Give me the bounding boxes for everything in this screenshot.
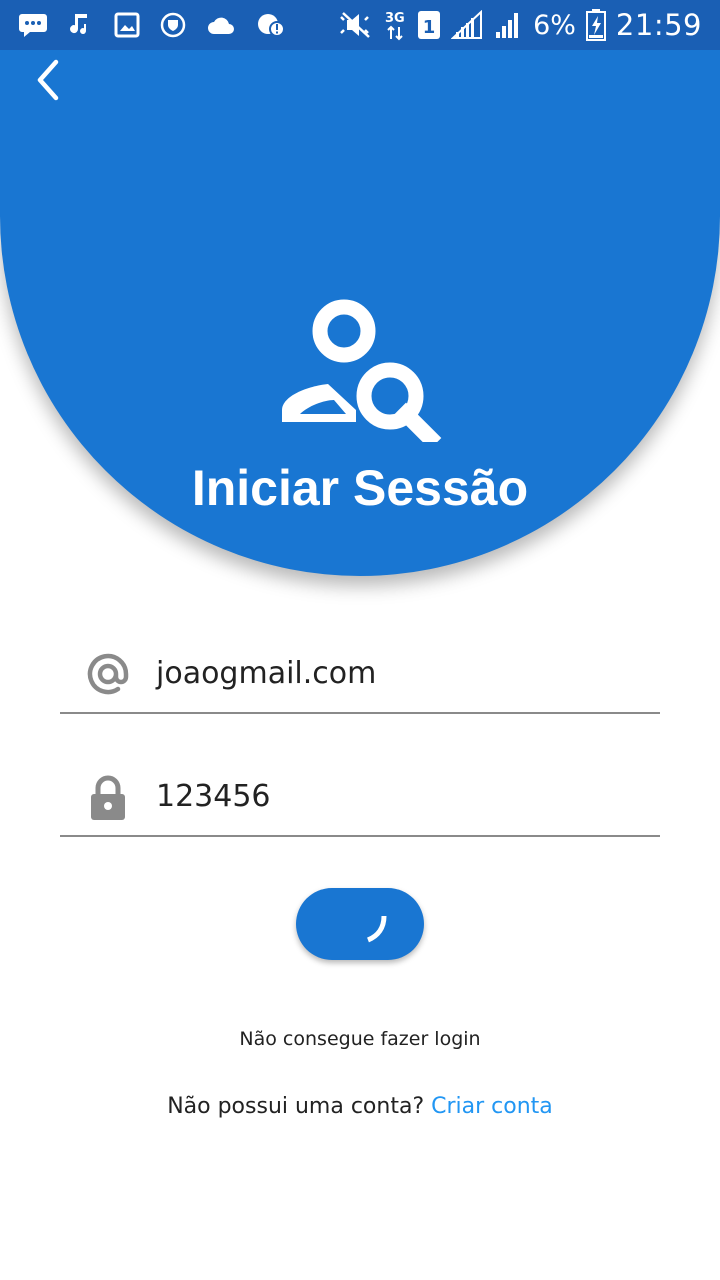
alert-icon — [256, 11, 286, 39]
user-search-icon — [278, 296, 442, 450]
sim-slot-label: 1 — [423, 17, 436, 38]
forgot-login-link[interactable]: Não consegue fazer login — [0, 1028, 720, 1050]
signal-icon-2 — [493, 10, 523, 40]
create-account-link[interactable]: Criar conta — [431, 1094, 553, 1119]
network-type-label: 3G — [385, 11, 405, 26]
cloud-icon — [206, 14, 236, 36]
network-3g-icon: 3G — [385, 9, 407, 41]
no-account-text: Não possui uma conta? — [167, 1094, 425, 1119]
battery-charging-icon — [585, 9, 606, 41]
page-title: Iniciar Sessão — [191, 460, 529, 516]
vpn-shield-icon — [160, 12, 186, 38]
email-value: joaogmail.com — [156, 656, 377, 691]
signup-row: Não possui uma conta? Criar conta — [0, 1094, 720, 1119]
status-bar: 3G 1 6% 21:59 — [0, 0, 720, 50]
music-icon — [68, 12, 94, 38]
signal-icon — [451, 10, 483, 40]
lock-icon — [86, 775, 130, 820]
messaging-icon — [18, 12, 48, 38]
login-button[interactable] — [296, 888, 424, 960]
chevron-left-icon — [37, 59, 59, 101]
gallery-icon — [114, 12, 140, 38]
back-button[interactable] — [24, 56, 72, 104]
battery-percent: 6% — [533, 9, 576, 41]
at-sign-icon — [86, 652, 130, 696]
email-field[interactable]: joaogmail.com — [60, 642, 660, 714]
login-screen: 3G 1 6% 21:59 Iniciar Sessão joaogmail.c… — [0, 0, 720, 1280]
password-field[interactable]: 123456 — [60, 765, 660, 837]
spinner-icon — [360, 906, 400, 946]
sim-1-icon: 1 — [417, 9, 441, 41]
clock: 21:59 — [615, 8, 702, 42]
system-icons: 3G 1 6% 21:59 — [335, 6, 702, 44]
mute-icon — [335, 11, 375, 39]
password-value: 123456 — [156, 779, 271, 814]
notification-icons — [18, 8, 286, 42]
